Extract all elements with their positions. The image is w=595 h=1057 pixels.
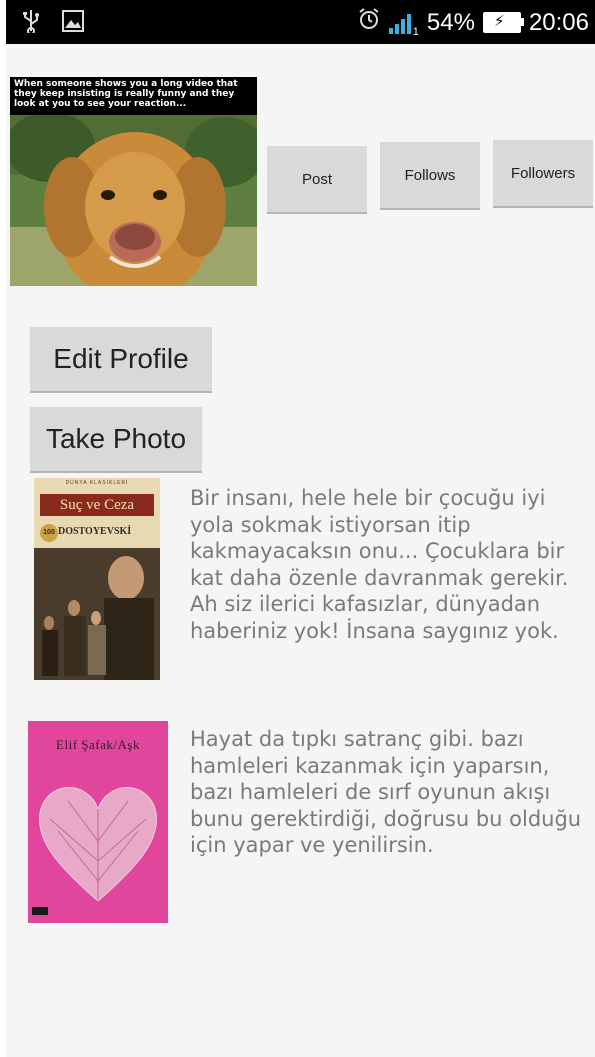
heart-leaf-illustration (39, 787, 157, 902)
book-cover-suc-ve-ceza[interactable]: DÜNYA KLASİKLERİ Suç ve Ceza DOSTOYEVSKİ… (34, 478, 160, 680)
profile-image[interactable]: When someone shows you a long video that… (10, 77, 257, 286)
followers-button[interactable]: Followers (493, 140, 593, 206)
edit-profile-button[interactable]: Edit Profile (30, 327, 212, 391)
book-title: Elif Şafak/Aşk (56, 737, 140, 752)
app-screen: 1 54% ⚡ 20:06 When someone shows you a l… (6, 0, 595, 1057)
battery-charging-icon: ⚡ (482, 12, 524, 33)
image-notification-icon (62, 10, 84, 37)
status-bar: 1 54% ⚡ 20:06 (6, 0, 595, 44)
quote-text: Bir insanı, hele hele bir çocuğu iyi yol… (190, 486, 569, 643)
cover-painting (34, 548, 160, 680)
meme-caption: When someone shows you a long video that… (10, 77, 257, 115)
quote-text: Hayat da tıpkı satranç gibi. bazı hamlel… (190, 727, 582, 857)
signal-strength-icon (388, 12, 411, 34)
book-cover-ask[interactable]: Elif Şafak/Aşk (28, 721, 168, 923)
post-button[interactable]: Post (267, 146, 367, 212)
sim-slot-label: 1 (412, 26, 419, 38)
book-author: DOSTOYEVSKİ (58, 526, 132, 537)
follows-button[interactable]: Follows (380, 142, 480, 208)
badge-100-icon: 100 (40, 524, 58, 542)
book-title: Suç ve Ceza (40, 494, 154, 516)
battery-percent: 54% (426, 8, 475, 36)
book-series-label: DÜNYA KLASİKLERİ (65, 480, 129, 486)
alarm-icon (357, 7, 381, 38)
clock: 20:06 (528, 8, 589, 36)
publisher-logo (32, 907, 48, 915)
take-photo-button[interactable]: Take Photo (30, 407, 202, 471)
usb-icon (22, 9, 40, 38)
